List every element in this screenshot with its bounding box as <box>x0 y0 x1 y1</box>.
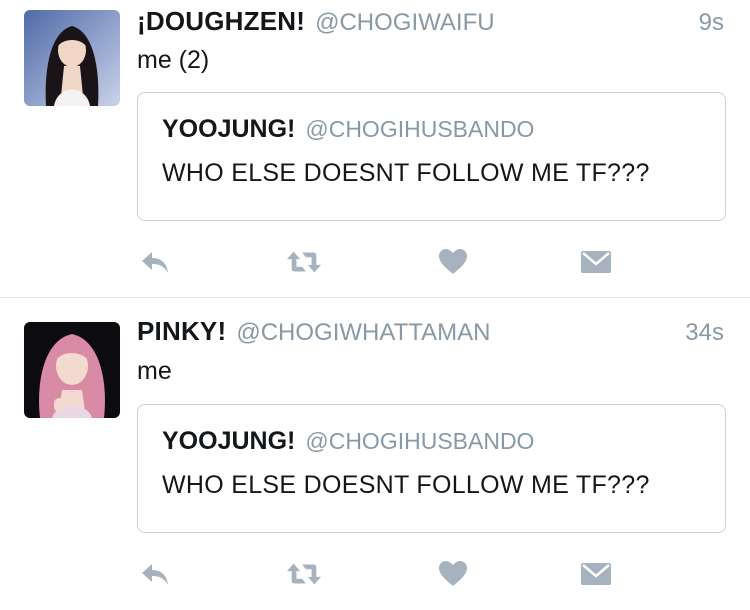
heart-icon <box>439 249 467 274</box>
quoted-tweet[interactable]: YOOJUNG! @CHOGIHUSBANDO WHO ELSE DOESNT … <box>137 404 726 533</box>
reply-button[interactable] <box>137 244 173 280</box>
quoted-tweet-text: WHO ELSE DOESNT FOLLOW ME TF??? <box>162 471 650 499</box>
author-name[interactable]: PINKY! <box>137 316 226 347</box>
avatar-image <box>24 322 120 418</box>
tweet-actions <box>0 556 750 592</box>
retweet-button[interactable] <box>286 244 322 280</box>
quoted-tweet-header: YOOJUNG! @CHOGIHUSBANDO <box>162 115 534 144</box>
direct-message-button[interactable] <box>578 556 614 592</box>
tweet[interactable]: PINKY! @CHOGIWHATTAMAN 34s me YOOJUNG! @… <box>0 298 750 610</box>
direct-message-icon <box>581 563 611 585</box>
quoted-tweet[interactable]: YOOJUNG! @CHOGIHUSBANDO WHO ELSE DOESNT … <box>137 92 726 221</box>
avatar[interactable] <box>24 322 120 418</box>
quoted-tweet-text: WHO ELSE DOESNT FOLLOW ME TF??? <box>162 159 650 187</box>
retweet-icon <box>286 251 322 273</box>
tweet[interactable]: ¡DOUGHZEN! @CHOGIWAIFU 9s me (2) YOOJUNG… <box>0 0 750 297</box>
tweet-header: ¡DOUGHZEN! @CHOGIWAIFU 9s <box>137 6 724 40</box>
tweet-text: me (2) <box>137 46 210 74</box>
direct-message-icon <box>581 251 611 273</box>
tweet-text: me <box>137 357 172 385</box>
timestamp[interactable]: 9s <box>699 9 724 37</box>
avatar[interactable] <box>24 10 120 106</box>
reply-button[interactable] <box>137 556 173 592</box>
author-handle[interactable]: @CHOGIWAIFU <box>315 9 494 37</box>
quoted-tweet-header: YOOJUNG! @CHOGIHUSBANDO <box>162 427 534 456</box>
reply-icon <box>142 564 168 585</box>
timeline: ¡DOUGHZEN! @CHOGIWAIFU 9s me (2) YOOJUNG… <box>0 0 750 610</box>
reply-icon <box>142 252 168 273</box>
tweet-header: PINKY! @CHOGIWHATTAMAN 34s <box>137 316 724 350</box>
quoted-author-name: YOOJUNG! <box>162 427 296 455</box>
like-button[interactable] <box>435 244 471 280</box>
author-handle[interactable]: @CHOGIWHATTAMAN <box>236 319 490 347</box>
retweet-button[interactable] <box>286 556 322 592</box>
retweet-icon <box>286 563 322 585</box>
quoted-author-name: YOOJUNG! <box>162 115 296 143</box>
timestamp[interactable]: 34s <box>685 319 724 347</box>
heart-icon <box>439 561 467 586</box>
author-name[interactable]: ¡DOUGHZEN! <box>137 6 305 37</box>
direct-message-button[interactable] <box>578 244 614 280</box>
like-button[interactable] <box>435 556 471 592</box>
quoted-author-handle: @CHOGIHUSBANDO <box>305 116 535 142</box>
quoted-author-handle: @CHOGIHUSBANDO <box>305 428 535 454</box>
avatar-image <box>24 10 120 106</box>
tweet-actions <box>0 244 750 280</box>
